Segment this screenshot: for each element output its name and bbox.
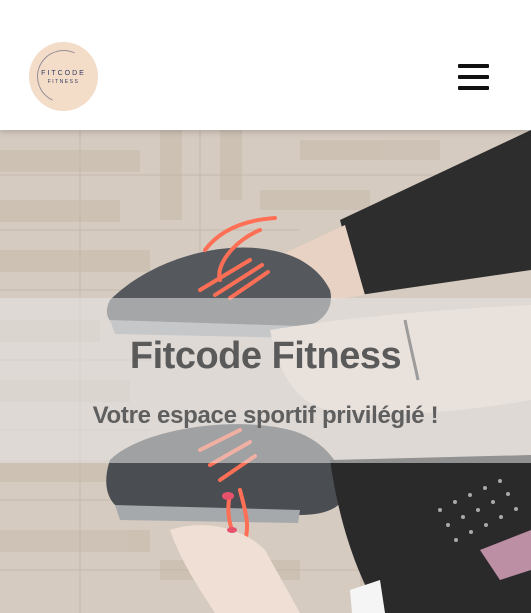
- logo-main-text: FITCODE: [41, 70, 86, 77]
- hero-text-overlay: [0, 298, 531, 463]
- fitcode-logo[interactable]: FITCODE FITNESS: [29, 42, 98, 111]
- hero-title: Fitcode Fitness: [129, 335, 402, 377]
- hamburger-menu-button[interactable]: [458, 64, 490, 90]
- hero-section: Fitcode Fitness Votre espace sportif pri…: [0, 130, 531, 613]
- logo-sub-text: FITNESS: [47, 79, 80, 85]
- page: FITCODE FITNESS Fitcode Fitness Votre es…: [0, 0, 531, 613]
- hero-subtitle: Votre espace sportif privilégié !: [92, 402, 439, 429]
- site-header: FITCODE FITNESS: [0, 0, 531, 130]
